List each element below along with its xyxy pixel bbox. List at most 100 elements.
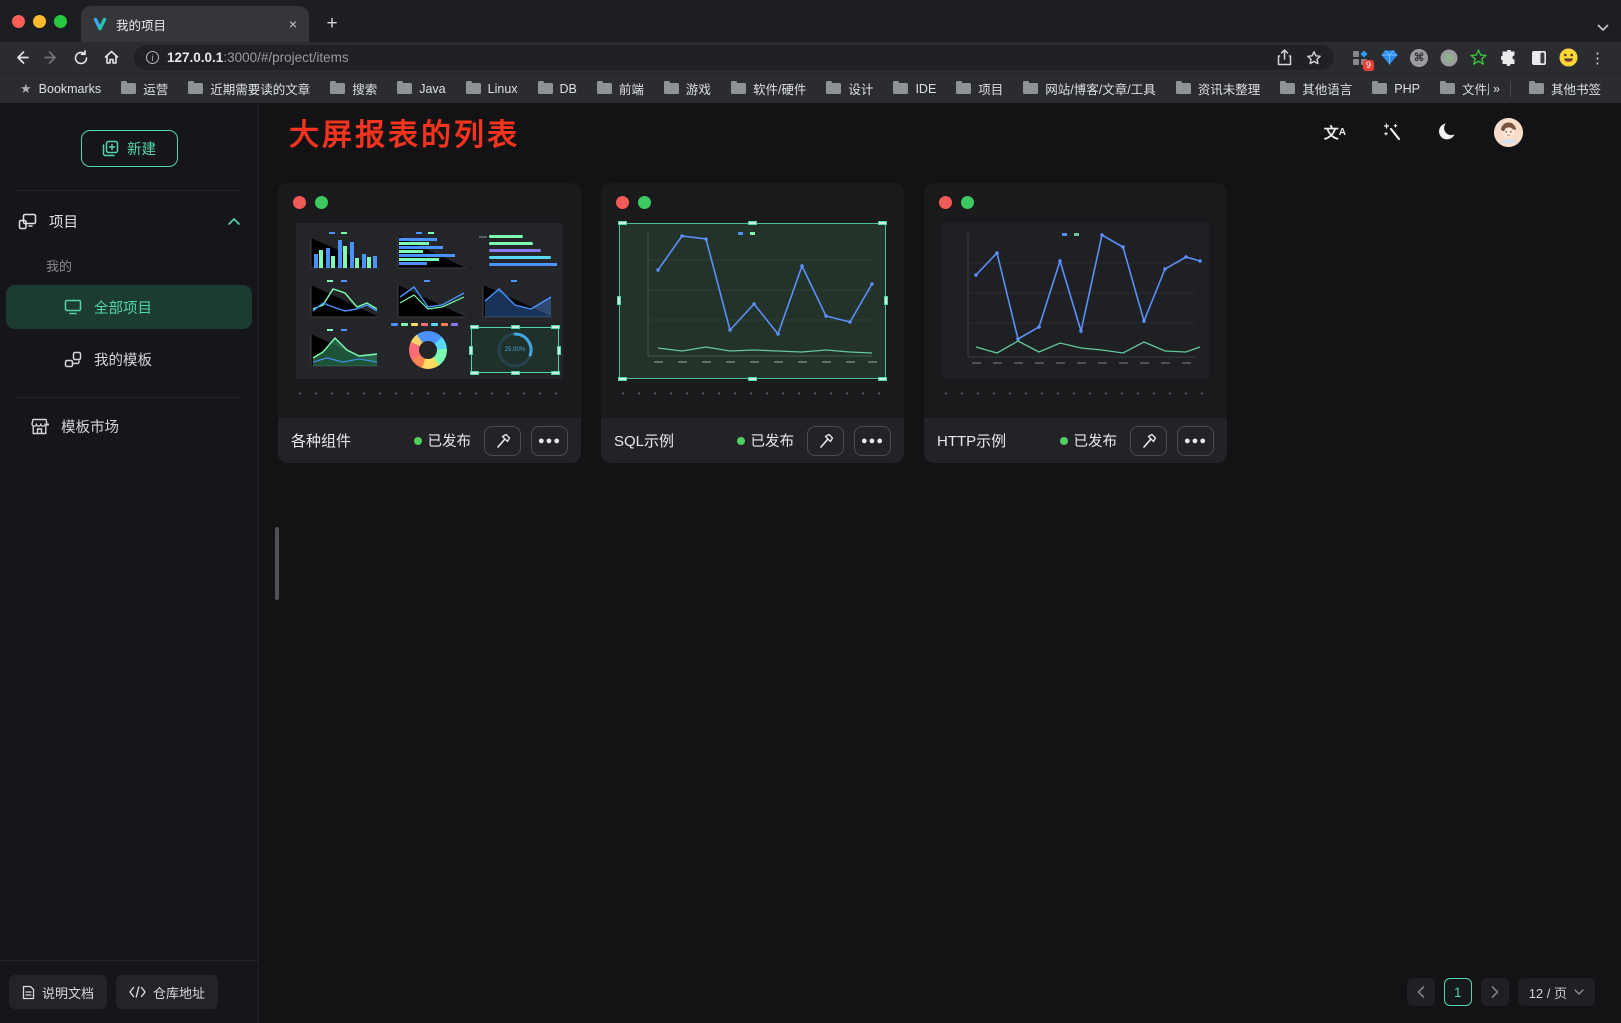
monitor-icon bbox=[64, 299, 82, 315]
url-text[interactable]: 127.0.0.1:3000/#/project/items bbox=[167, 50, 349, 65]
other-bookmarks[interactable]: 其他书签 bbox=[1521, 76, 1609, 101]
bookmark-folder[interactable]: 近期需要读的文章 bbox=[180, 76, 318, 101]
folder-icon bbox=[956, 83, 971, 94]
back-icon[interactable] bbox=[8, 45, 34, 71]
bookmark-folder[interactable]: 其他语言 bbox=[1272, 76, 1360, 101]
project-card[interactable]: HTTP示例 已发布 ●●● bbox=[924, 183, 1227, 463]
status-dot-icon bbox=[414, 437, 422, 445]
bookmark-folder[interactable]: PHP bbox=[1364, 79, 1428, 99]
sidebar-item-all-projects[interactable]: 全部项目 bbox=[6, 285, 252, 329]
bookmark-star-icon[interactable] bbox=[1306, 50, 1322, 66]
page-size-select[interactable]: 12 / 页 bbox=[1518, 978, 1595, 1006]
extension-gem-icon[interactable] bbox=[1380, 48, 1399, 67]
forward-icon[interactable] bbox=[38, 45, 64, 71]
extensions-row: 9 ⌘ bbox=[1344, 48, 1584, 67]
bookmark-folder[interactable]: Java bbox=[389, 79, 453, 99]
reload-icon[interactable] bbox=[68, 45, 94, 71]
bookmark-folder[interactable]: 搜索 bbox=[322, 76, 385, 101]
url-bar[interactable]: i 127.0.0.1:3000/#/project/items bbox=[134, 45, 1334, 70]
bookmarks-manager[interactable]: ★ Bookmarks bbox=[12, 78, 109, 100]
edit-project-button[interactable] bbox=[807, 426, 844, 456]
card-footer: HTTP示例 已发布 ●●● bbox=[924, 418, 1227, 463]
pagination: 1 12 / 页 bbox=[1407, 978, 1595, 1006]
prev-page-button[interactable] bbox=[1407, 978, 1435, 1006]
window-close-button[interactable] bbox=[12, 15, 25, 28]
repository-button[interactable]: 仓库地址 bbox=[116, 975, 218, 1009]
project-card[interactable]: 25.00% 各种组件 已发布 ● bbox=[278, 183, 581, 463]
more-actions-button[interactable]: ●●● bbox=[1177, 426, 1214, 456]
bookmark-folder[interactable]: 网站/博客/文章/工具 bbox=[1015, 76, 1163, 101]
green-dot-icon bbox=[961, 196, 974, 209]
mini-gauge-selected: 25.00% bbox=[471, 327, 559, 373]
card-dotted-divider bbox=[292, 392, 567, 395]
edit-project-button[interactable] bbox=[1130, 426, 1167, 456]
folder-icon bbox=[466, 83, 481, 94]
window-controls bbox=[0, 0, 81, 42]
bookmark-folder[interactable]: 设计 bbox=[818, 76, 881, 101]
extension-emoji-icon[interactable] bbox=[1559, 48, 1578, 67]
project-card[interactable]: SQL示例 已发布 ●●● bbox=[601, 183, 904, 463]
dark-mode-moon-icon[interactable] bbox=[1438, 122, 1458, 142]
chevron-up-icon[interactable] bbox=[228, 218, 240, 225]
red-dot-icon bbox=[616, 196, 629, 209]
extension-command-icon[interactable]: ⌘ bbox=[1410, 49, 1428, 67]
language-toggle-icon[interactable]: 文A bbox=[1324, 122, 1346, 143]
sidebar-item-my-templates[interactable]: 我的模板 bbox=[6, 337, 252, 381]
window-minimize-button[interactable] bbox=[33, 15, 46, 28]
bookmarks-left: ★ Bookmarks 运营 近期需要读的文章 搜索 Java Linux DB… bbox=[12, 76, 1489, 101]
tab-close-icon[interactable]: × bbox=[289, 16, 297, 32]
bookmarks-divider bbox=[1510, 81, 1511, 97]
next-page-button[interactable] bbox=[1481, 978, 1509, 1006]
page-title: 大屏报表的列表 bbox=[289, 110, 520, 154]
bookmark-folder[interactable]: 资讯未整理 bbox=[1168, 76, 1269, 101]
bookmark-folder[interactable]: Linux bbox=[458, 79, 526, 99]
edit-project-button[interactable] bbox=[484, 426, 521, 456]
folder-icon bbox=[1280, 83, 1295, 94]
project-card-list: 25.00% 各种组件 已发布 ● bbox=[259, 161, 1621, 463]
magic-wand-icon[interactable] bbox=[1382, 122, 1402, 142]
more-actions-button[interactable]: ●●● bbox=[531, 426, 568, 456]
sidebar-item-template-market[interactable]: 模板市场 bbox=[0, 404, 258, 448]
card-window-dots bbox=[939, 196, 974, 209]
home-icon[interactable] bbox=[98, 45, 124, 71]
extension-star-icon[interactable] bbox=[1469, 48, 1488, 67]
folder-icon bbox=[1529, 83, 1544, 94]
bookmark-folder[interactable]: 软件/硬件 bbox=[723, 76, 814, 101]
document-icon bbox=[22, 985, 35, 1000]
mini-line-chart bbox=[303, 279, 383, 323]
user-avatar[interactable] bbox=[1494, 118, 1523, 147]
publish-status: 已发布 bbox=[737, 430, 795, 451]
bookmark-folder[interactable]: DB bbox=[530, 79, 585, 99]
card-footer: SQL示例 已发布 ●●● bbox=[601, 418, 904, 463]
gauge-value: 25.00% bbox=[505, 347, 525, 353]
site-info-icon[interactable]: i bbox=[146, 51, 159, 64]
browser-menu-icon[interactable]: ⋮ bbox=[1588, 49, 1613, 67]
browser-tab[interactable]: 我的项目 × bbox=[81, 6, 309, 42]
bookmark-folder[interactable]: 游戏 bbox=[656, 76, 719, 101]
scrollbar-thumb[interactable] bbox=[275, 527, 279, 600]
bookmark-folder[interactable]: IDE bbox=[885, 79, 944, 99]
bookmark-folder[interactable]: 文件服务器 bbox=[1432, 76, 1489, 101]
extension-grid-icon[interactable]: 9 bbox=[1350, 48, 1369, 67]
folder-icon bbox=[1023, 83, 1038, 94]
bookmark-folder[interactable]: 运营 bbox=[113, 76, 176, 101]
new-tab-button[interactable]: + bbox=[317, 9, 347, 39]
bookmark-folder[interactable]: 项目 bbox=[948, 76, 1011, 101]
card-title: 各种组件 bbox=[291, 430, 351, 451]
window-zoom-button[interactable] bbox=[54, 15, 67, 28]
mini-hbar-chart-2 bbox=[473, 230, 557, 274]
extension-puzzle-icon[interactable] bbox=[1499, 48, 1518, 67]
sidebar-group-projects[interactable]: 项目 bbox=[0, 191, 258, 242]
share-icon[interactable] bbox=[1277, 49, 1292, 66]
docs-button[interactable]: 说明文档 bbox=[9, 975, 107, 1009]
tab-search-chevron-icon[interactable] bbox=[1597, 24, 1609, 32]
publish-status: 已发布 bbox=[1060, 430, 1118, 451]
extension-sidepanel-icon[interactable] bbox=[1529, 48, 1548, 67]
extension-record-icon[interactable] bbox=[1439, 48, 1458, 67]
create-project-button[interactable]: 新建 bbox=[81, 130, 178, 167]
more-actions-button[interactable]: ●●● bbox=[854, 426, 891, 456]
extension-badge: 9 bbox=[1363, 60, 1374, 71]
bookmarks-overflow-icon[interactable]: » bbox=[1493, 82, 1500, 96]
bookmark-folder[interactable]: 前端 bbox=[589, 76, 652, 101]
current-page-button[interactable]: 1 bbox=[1444, 978, 1472, 1006]
